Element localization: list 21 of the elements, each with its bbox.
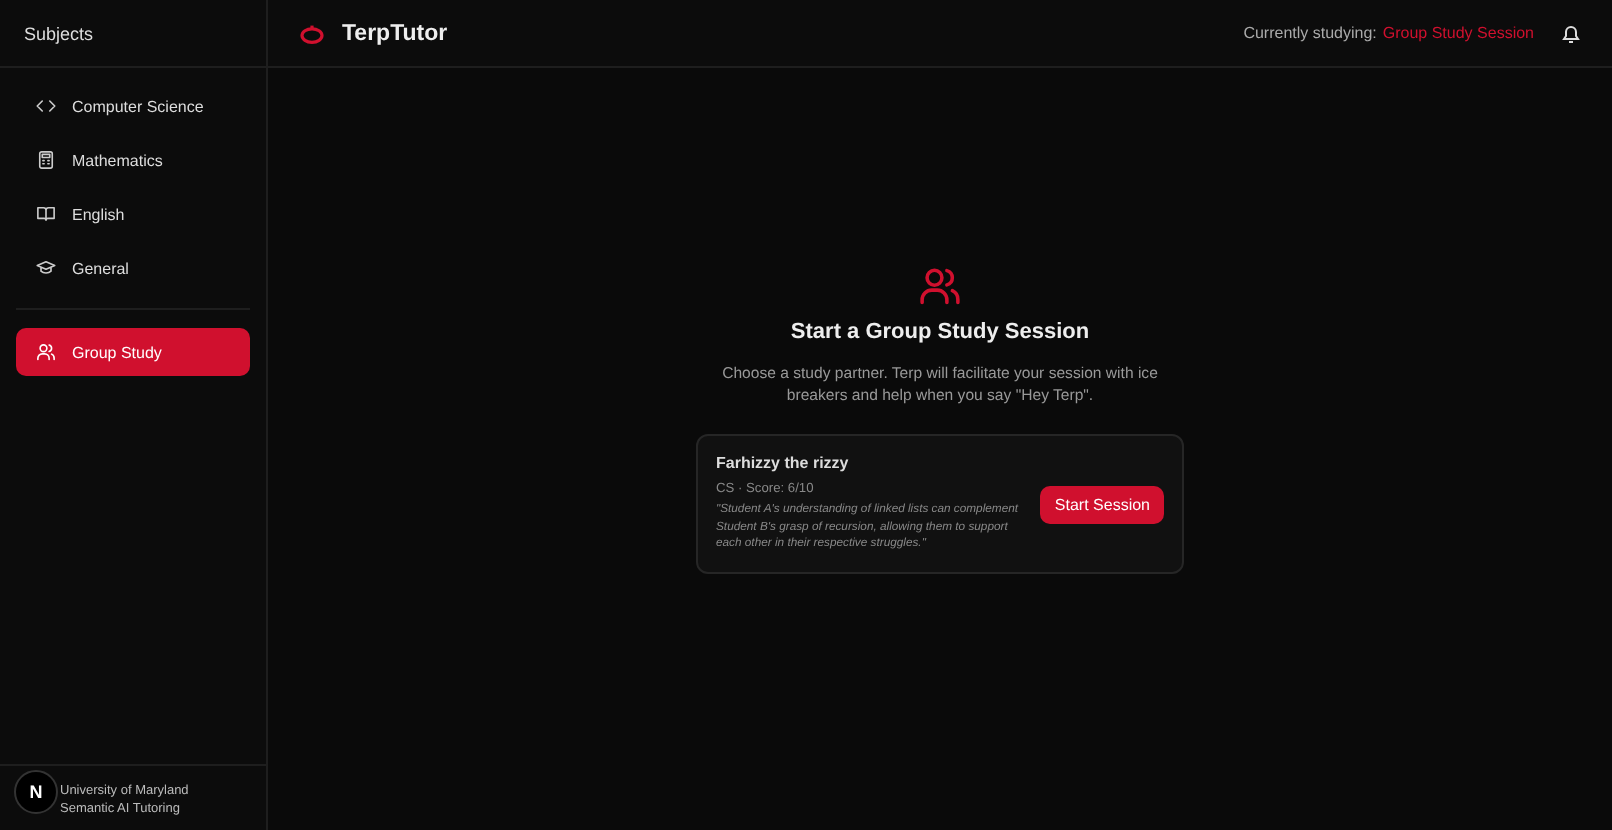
calculator-icon	[36, 150, 56, 170]
sidebar-title: Subjects	[24, 23, 94, 43]
sidebar-item[interactable]: General	[16, 246, 250, 290]
sidebar-item[interactable]: English	[16, 192, 250, 236]
sidebar-item[interactable]: Group Study	[16, 328, 250, 376]
sidebar-item[interactable]: Mathematics	[16, 138, 250, 182]
partner-name: Farhizzy the rizzy	[716, 454, 851, 473]
code-icon	[36, 96, 56, 116]
status-label: Currently studying:	[1243, 24, 1377, 42]
graduation-cap-icon	[36, 258, 56, 278]
book-icon	[36, 204, 56, 224]
users-icon	[918, 264, 962, 309]
sidebar-item[interactable]: Computer Science	[16, 84, 250, 128]
page-title: Start a Group Study Session	[790, 320, 1090, 345]
status-value: Group Study Session	[1382, 24, 1534, 42]
logo-icon	[300, 23, 324, 43]
dev-badge[interactable]: N	[14, 770, 58, 814]
users-icon	[36, 342, 56, 362]
bell-icon[interactable]	[1562, 23, 1580, 43]
app-name: TerpTutor	[342, 21, 450, 45]
start-session-button[interactable]: Start Session	[1040, 485, 1164, 523]
